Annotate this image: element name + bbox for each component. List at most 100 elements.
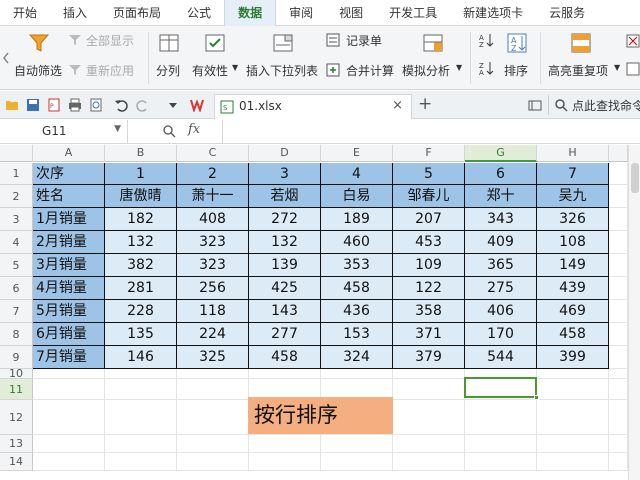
empty-cell[interactable] [105,379,177,400]
cell-h7[interactable]: 469 [537,300,609,323]
reapply-button[interactable]: 重新应用 [68,62,144,80]
empty-cell[interactable] [465,400,537,435]
empty-cell[interactable] [609,208,628,231]
cell-h5[interactable]: 149 [537,254,609,277]
cell-e2[interactable]: 白易 [321,185,393,208]
empty-cell[interactable] [105,369,177,379]
empty-cell[interactable] [609,254,628,277]
empty-cell[interactable] [393,453,465,471]
file-tab[interactable]: S 01.xlsx × [214,94,412,119]
print-preview-icon[interactable] [89,98,103,112]
empty-cell[interactable] [177,369,249,379]
cell-c8[interactable]: 224 [177,323,249,346]
name-box[interactable]: G11 ▼ [0,120,128,143]
cell-c7[interactable]: 118 [177,300,249,323]
highlight-duplicates-button[interactable]: 高亮重复项 ▼ [546,26,622,90]
cell-e1[interactable]: 4 [321,163,393,185]
cell-g6[interactable]: 275 [465,277,537,300]
tab-1[interactable]: 插入 [50,0,100,26]
cell-h9[interactable]: 399 [537,346,609,369]
cell-c2[interactable]: 萧十一 [177,185,249,208]
vertical-scrollbar[interactable] [628,145,640,480]
empty-cell[interactable] [105,435,177,453]
undo-icon[interactable] [114,98,128,112]
row-header-14[interactable]: 14 [0,453,33,471]
cell-b6[interactable]: 281 [105,277,177,300]
cell-f5[interactable]: 109 [393,254,465,277]
cell-f3[interactable]: 207 [393,208,465,231]
empty-cell[interactable] [33,400,105,435]
cell-b7[interactable]: 228 [105,300,177,323]
active-cell-selection[interactable] [464,377,539,400]
empty-cell[interactable] [105,453,177,471]
cell-e7[interactable]: 436 [321,300,393,323]
cell-c5[interactable]: 323 [177,254,249,277]
zoom-icon[interactable] [162,124,176,138]
insert-dropdown-list-button[interactable]: 插入下拉列表 [244,26,322,90]
column-header-d[interactable]: D [249,145,321,162]
tab-3[interactable]: 公式 [174,0,224,26]
empty-cell[interactable] [537,400,609,435]
empty-cell[interactable] [537,369,609,379]
cell-a3[interactable]: 1月销量 [33,208,105,231]
fx-button[interactable]: fx [188,122,200,137]
empty-cell[interactable] [105,400,177,435]
row-header-10[interactable]: 10 [0,368,33,379]
open-folder-icon[interactable] [5,98,19,112]
cell-a2[interactable]: 姓名 [33,185,105,208]
row-header-2[interactable]: 2 [0,185,33,208]
column-header-f[interactable]: F [393,145,465,162]
tab-0[interactable]: 开始 [0,0,50,26]
row-header-7[interactable]: 7 [0,300,33,323]
cell-b9[interactable]: 146 [105,346,177,369]
cell-h6[interactable]: 439 [537,277,609,300]
cell-g4[interactable]: 409 [465,231,537,254]
tab-4[interactable]: 数据 [224,0,277,26]
close-tab-icon[interactable]: × [392,98,403,113]
empty-cell[interactable] [393,435,465,453]
cell-e4[interactable]: 460 [321,231,393,254]
sidebar-toggle-icon[interactable] [528,98,542,112]
cell-e6[interactable]: 458 [321,277,393,300]
cell-f8[interactable]: 371 [393,323,465,346]
scrollbar-thumb[interactable] [631,163,639,193]
row-header-8[interactable]: 8 [0,323,33,346]
empty-cell[interactable] [321,435,393,453]
cell-g7[interactable]: 406 [465,300,537,323]
empty-cell[interactable] [609,453,628,471]
cell-b4[interactable]: 132 [105,231,177,254]
tab-9[interactable]: 云服务 [536,0,598,26]
empty-cell[interactable] [609,346,628,369]
customize-dropdown-icon[interactable] [166,98,180,112]
cell-a7[interactable]: 5月销量 [33,300,105,323]
column-header-h[interactable]: H [537,145,609,162]
cell-h4[interactable]: 108 [537,231,609,254]
empty-cell[interactable] [609,300,628,323]
column-header-e[interactable]: E [321,145,393,162]
empty-cell[interactable] [609,323,628,346]
cell-c1[interactable]: 2 [177,163,249,185]
redo-icon[interactable] [136,98,150,112]
empty-cell[interactable] [609,400,628,435]
cell-f6[interactable]: 122 [393,277,465,300]
empty-cell[interactable] [609,379,628,400]
row-header-1[interactable]: 1 [0,163,33,185]
empty-cell[interactable] [249,435,321,453]
show-all-button[interactable]: 全部显示 [68,32,144,50]
sort-button[interactable]: AZ 排序 [500,26,536,90]
empty-cell[interactable] [609,163,628,185]
row-header-3[interactable]: 3 [0,208,33,231]
tab-2[interactable]: 页面布局 [100,0,174,26]
cell-e5[interactable]: 353 [321,254,393,277]
sort-descending-icon[interactable]: ZA [478,60,494,76]
empty-cell[interactable] [177,379,249,400]
select-all-corner[interactable] [0,145,33,162]
cell-c6[interactable]: 256 [177,277,249,300]
empty-cell[interactable] [177,400,249,435]
cell-d6[interactable]: 425 [249,277,321,300]
cell-a1[interactable]: 次序 [33,163,105,185]
reject-duplicates-icon[interactable] [626,62,640,76]
empty-cell[interactable] [33,369,105,379]
empty-cell[interactable] [609,435,628,453]
empty-cell[interactable] [537,453,609,471]
